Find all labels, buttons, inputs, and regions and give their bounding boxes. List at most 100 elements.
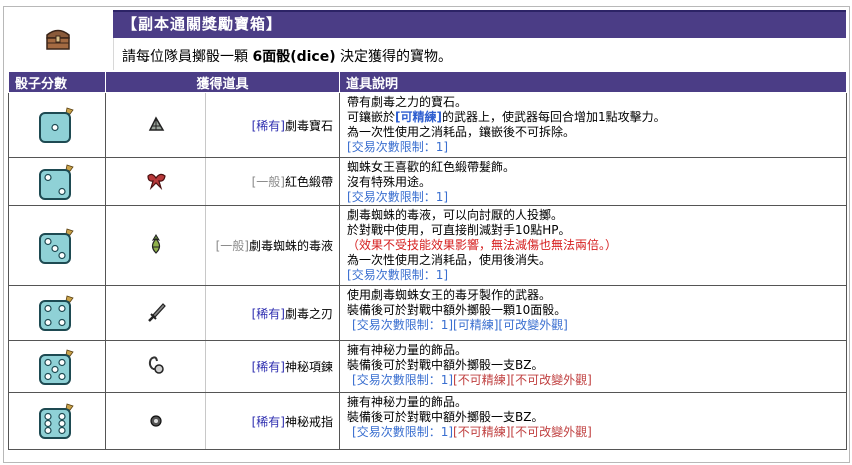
- item-name: 劇毒寶石: [285, 118, 334, 133]
- description-text: 為一次性使用之消耗品，使用後消失。: [347, 253, 552, 267]
- item-name: 紅色緞帶: [285, 175, 334, 189]
- trade-limit: [交易次數限制：1]: [347, 268, 449, 282]
- item-description-cell: 帶有劇毒之力的寶石。 可鑲嵌於[可精練]的武器上，使武器每回合增加1點攻擊力。 為一…: [339, 92, 848, 158]
- description-text: 裝備後可於對戰中額外擲骰一支BZ。: [347, 358, 544, 372]
- item-name-cell: [稀有]劇毒之刃: [204, 285, 341, 341]
- description-line: 帶有劇毒之力的寶石。: [347, 95, 846, 110]
- description-line: 可鑲嵌於[可精練]的武器上，使武器每回合增加1點攻擊力。: [347, 110, 846, 125]
- item-icon-cell: [105, 92, 206, 158]
- description-line: 擁有神秘力量的飾品。: [347, 395, 846, 410]
- item-description-cell: 劇毒蜘蛛的毒液，可以向討厭的人投擲。 於對戰中使用，可直接削減對手10點HP。 （效…: [339, 205, 848, 286]
- description-text: 為一次性使用之消耗品，鑲嵌後不可拆除。: [347, 125, 576, 139]
- rarity-tag: [稀有]: [251, 118, 285, 133]
- item-icon-cell: [105, 285, 206, 341]
- trade-limit: [交易次數限制：1]: [352, 425, 454, 439]
- description-line: [交易次數限制：1][不可精練][不可改變外觀]: [347, 425, 846, 440]
- poison-gem-icon: [148, 115, 164, 131]
- rarity-tag: [稀有]: [251, 414, 285, 429]
- poison-vial-icon: [151, 234, 160, 254]
- item-description-cell: 蜘蛛女王喜歡的紅色緞帶髮飾。 沒有特殊用途。 [交易次數限制：1]: [339, 157, 848, 206]
- trade-restriction-tag: [不可精練]: [453, 373, 511, 387]
- col-item: 獲得道具: [104, 71, 341, 93]
- item-description-cell: 使用劇毒蜘蛛女王的毒牙製作的武器。 裝備後可於對戰中額外擲骰一顆10面骰。 [交易次…: [339, 285, 848, 341]
- trade-restriction-tag: [不可精練]: [453, 425, 511, 439]
- description-line: 沒有特殊用途。: [347, 175, 846, 190]
- item-description-cell: 擁有神秘力量的飾品。 裝備後可於對戰中額外擲骰一支BZ。 [交易次數限制：1][不可…: [339, 392, 848, 450]
- dice-cell: [8, 92, 106, 158]
- description-line: 使用劇毒蜘蛛女王的毒牙製作的武器。: [347, 288, 846, 303]
- table-row: [一般]紅色緞帶 蜘蛛女王喜歡的紅色緞帶髮飾。 沒有特殊用途。 [交易次數限制：1]: [8, 157, 848, 206]
- dice-cell: [8, 205, 106, 286]
- item-name: 神秘項鍊: [285, 360, 334, 374]
- description-line: 為一次性使用之消耗品，使用後消失。: [347, 253, 846, 268]
- description-line: [交易次數限制：1]: [347, 140, 846, 155]
- description-text: 於對戰中使用，可直接削減對手10點HP。: [347, 223, 571, 237]
- item-name: 劇毒之刃: [285, 306, 334, 321]
- trade-limit: [交易次數限制：1]: [352, 373, 454, 387]
- col-description: 道具說明: [339, 71, 848, 93]
- item-name-cell: [稀有]神秘戒指: [204, 392, 341, 450]
- red-ribbon-icon: [146, 173, 166, 191]
- rarity-tag: [一般]: [251, 175, 285, 189]
- rarity-tag: [稀有]: [251, 306, 285, 321]
- description-text: 裝備後可於對戰中額外擲骰一支BZ。: [347, 410, 544, 424]
- description-line: [交易次數限制：1][不可精練][不可改變外觀]: [347, 373, 846, 388]
- dice-cell: [8, 392, 106, 450]
- trade-tag: [可改變外觀]: [498, 318, 568, 332]
- description-line: 為一次性使用之消耗品，鑲嵌後不可拆除。: [347, 125, 846, 140]
- item-name: 神秘戒指: [285, 414, 334, 429]
- dice-cell: [8, 157, 106, 206]
- item-name-cell: [稀有]劇毒寶石: [204, 92, 341, 158]
- description-line: 蜘蛛女王喜歡的紅色緞帶髮飾。: [347, 160, 846, 175]
- trade-restriction-tag: [不可改變外觀]: [510, 373, 592, 387]
- description-text: 蜘蛛女王喜歡的紅色緞帶髮飾。: [347, 160, 516, 174]
- item-name: 劇毒蜘蛛的毒液: [249, 239, 334, 253]
- dice-face-6-icon: [39, 403, 74, 439]
- description-text: 擁有神秘力量的飾品。: [347, 395, 468, 409]
- dice-face-5-icon: [39, 348, 74, 385]
- item-icon-cell: [105, 392, 206, 450]
- dagger-icon: [147, 302, 166, 322]
- item-description-cell: 擁有神秘力量的飾品。 裝備後可於對戰中額外擲骰一支BZ。 [交易次數限制：1][不可…: [339, 340, 848, 393]
- trade-tag: [可精練]: [453, 318, 499, 332]
- description-line: [交易次數限制：1]: [347, 190, 846, 205]
- description-line: 裝備後可於對戰中額外擲骰一支BZ。: [347, 358, 846, 373]
- col-dice-score: 骰子分數: [8, 71, 106, 93]
- description-text: 使用劇毒蜘蛛女王的毒牙製作的武器。: [347, 288, 552, 302]
- rarity-tag: [稀有]: [251, 360, 285, 374]
- instruction-text: 請每位隊員擲骰一顆 6面骰(dice) 決定獲得的寶物。: [122, 49, 453, 65]
- dice-face-1-icon: [39, 107, 74, 143]
- chest-header: 【副本通關獎勵寶箱】 請每位隊員擲骰一顆 6面骰(dice) 決定獲得的寶物。: [6, 8, 846, 70]
- dice-cell: [8, 285, 106, 341]
- trade-limit: [交易次數限制：1]: [347, 140, 449, 154]
- refinable-tag: [可精練]: [395, 110, 443, 124]
- description-text: 擁有神秘力量的飾品。: [347, 343, 468, 357]
- table-row: [一般]劇毒蜘蛛的毒液 劇毒蜘蛛的毒液，可以向討厭的人投擲。 於對戰中使用，可直接削…: [8, 205, 848, 286]
- necklace-icon: [148, 356, 164, 374]
- description-line: 劇毒蜘蛛的毒液，可以向討厭的人投擲。: [347, 208, 846, 223]
- table-header-row: 骰子分數 獲得道具 道具說明: [8, 71, 848, 93]
- description-text: 裝備後可於對戰中額外擲骰一顆10面骰。: [347, 303, 567, 317]
- description-text: 帶有劇毒之力的寶石。: [347, 95, 468, 109]
- item-icon-cell: [105, 157, 206, 206]
- dice-face-3-icon: [39, 227, 74, 264]
- table-row: [稀有]神秘項鍊 擁有神秘力量的飾品。 裝備後可於對戰中額外擲骰一支BZ。 [交易次數…: [8, 340, 848, 393]
- treasure-chest-icon: [46, 29, 70, 50]
- table-row: [稀有]劇毒寶石 帶有劇毒之力的寶石。 可鑲嵌於[可精練]的武器上，使武器每回合增加…: [8, 92, 848, 158]
- warning-text: （效果不受技能效果影響，無法減傷也無法兩倍。）: [347, 238, 618, 252]
- dice-cell: [8, 340, 106, 393]
- dice-face-2-icon: [39, 163, 74, 200]
- description-text: 的武器上，使武器每回合增加1點攻擊力。: [442, 110, 666, 124]
- item-name-cell: [一般]紅色緞帶: [204, 157, 341, 206]
- description-text: 可鑲嵌於: [347, 110, 396, 124]
- page-title: 【副本通關獎勵寶箱】: [122, 15, 283, 33]
- description-line: （效果不受技能效果影響，無法減傷也無法兩倍。）: [347, 238, 846, 253]
- description-line: 裝備後可於對戰中額外擲骰一顆10面骰。: [347, 303, 846, 318]
- item-icon-cell: [105, 205, 206, 286]
- table-row: [稀有]神秘戒指 擁有神秘力量的飾品。 裝備後可於對戰中額外擲骰一支BZ。 [交易次數…: [8, 392, 848, 450]
- ring-icon: [149, 414, 162, 427]
- trade-restriction-tag: [不可改變外觀]: [510, 425, 592, 439]
- description-text: 劇毒蜘蛛的毒液，可以向討厭的人投擲。: [347, 208, 564, 222]
- item-name-cell: [稀有]神秘項鍊: [204, 340, 341, 393]
- description-line: 於對戰中使用，可直接削減對手10點HP。: [347, 223, 846, 238]
